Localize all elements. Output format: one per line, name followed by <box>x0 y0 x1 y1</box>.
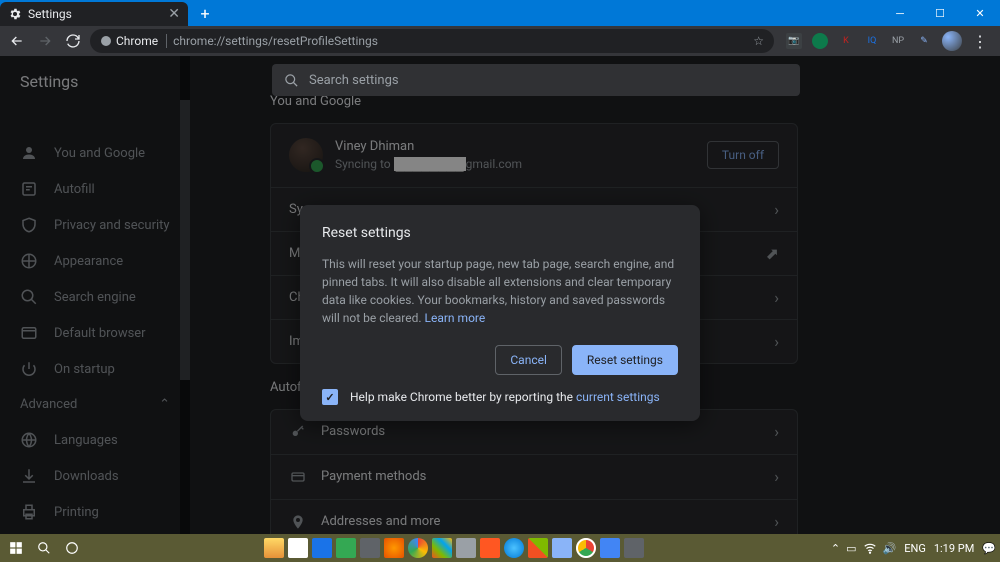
search-settings-input[interactable]: Search settings <box>272 64 800 96</box>
language-indicator[interactable]: ENG <box>904 542 926 555</box>
volume-icon[interactable]: 🔊 <box>883 542 897 555</box>
taskbar-app[interactable] <box>312 538 332 558</box>
tab-title: Settings <box>28 7 72 21</box>
taskbar-app[interactable] <box>552 538 572 558</box>
browser-tab[interactable]: Settings ✕ <box>0 2 188 26</box>
settings-header: Search settings <box>0 56 1000 104</box>
extension-icon[interactable]: IQ <box>864 33 880 49</box>
taskbar-app[interactable] <box>624 538 644 558</box>
url-origin: Chrome <box>100 34 167 48</box>
search-placeholder: Search settings <box>309 73 399 88</box>
taskbar-app[interactable] <box>432 538 452 558</box>
system-tray: ⌃ ▭ 🔊 ENG 1:19 PM 💬 <box>831 541 996 555</box>
taskbar-app-chrome[interactable] <box>576 538 596 558</box>
reload-button[interactable] <box>62 30 84 52</box>
taskbar-app[interactable] <box>384 538 404 558</box>
gear-icon <box>8 7 22 21</box>
back-button[interactable] <box>6 30 28 52</box>
notifications-icon[interactable]: 💬 <box>982 542 996 555</box>
dialog-body: This will reset your startup page, new t… <box>322 255 678 327</box>
wifi-icon[interactable] <box>863 541 877 555</box>
url-bar: Chrome chrome://settings/resetProfileSet… <box>0 26 1000 56</box>
bookmark-star-icon[interactable]: ☆ <box>753 34 764 48</box>
close-window-button[interactable]: ✕ <box>960 0 1000 26</box>
address-field[interactable]: Chrome chrome://settings/resetProfileSet… <box>90 29 774 53</box>
extension-icon[interactable]: K <box>838 33 854 49</box>
taskbar-app[interactable] <box>408 538 428 558</box>
minimize-button[interactable]: ─ <box>880 0 920 26</box>
chrome-menu-button[interactable]: ⋮ <box>972 32 988 51</box>
taskbar-app[interactable] <box>360 538 380 558</box>
cortana-button[interactable] <box>60 536 84 560</box>
extension-icon[interactable]: ✎ <box>916 33 932 49</box>
search-button[interactable] <box>32 536 56 560</box>
dialog-title: Reset settings <box>322 225 678 241</box>
taskbar-app[interactable] <box>528 538 548 558</box>
current-settings-link[interactable]: current settings <box>576 390 660 404</box>
report-checkbox[interactable]: ✓ <box>322 389 338 405</box>
url-text: chrome://settings/resetProfileSettings <box>173 34 378 48</box>
taskbar-app[interactable] <box>480 538 500 558</box>
close-tab-icon[interactable]: ✕ <box>168 6 180 22</box>
learn-more-link[interactable]: Learn more <box>425 311 486 325</box>
window-controls: ─ ☐ ✕ <box>880 0 1000 26</box>
battery-icon[interactable]: ▭ <box>846 542 856 555</box>
taskbar-app[interactable] <box>264 538 284 558</box>
forward-button[interactable] <box>34 30 56 52</box>
profile-avatar[interactable] <box>942 31 962 51</box>
clock[interactable]: 1:19 PM <box>934 542 974 555</box>
extension-icon[interactable] <box>812 33 828 49</box>
extension-icon[interactable]: 📷 <box>786 33 802 49</box>
dialog-footer: ✓ Help make Chrome better by reporting t… <box>322 389 678 405</box>
tray-chevron-icon[interactable]: ⌃ <box>831 542 840 555</box>
taskbar-app[interactable] <box>336 538 356 558</box>
taskbar-app[interactable] <box>600 538 620 558</box>
reset-settings-button[interactable]: Reset settings <box>572 345 678 375</box>
windows-taskbar: ⌃ ▭ 🔊 ENG 1:19 PM 💬 <box>0 534 1000 562</box>
maximize-button[interactable]: ☐ <box>920 0 960 26</box>
taskbar-app[interactable] <box>288 538 308 558</box>
window-titlebar: Settings ✕ + ─ ☐ ✕ <box>0 0 1000 26</box>
taskbar-apps <box>264 538 644 558</box>
cancel-button[interactable]: Cancel <box>495 345 562 375</box>
taskbar-app[interactable] <box>456 538 476 558</box>
extension-icon[interactable]: NP <box>890 33 906 49</box>
reset-settings-dialog: Reset settings This will reset your star… <box>300 205 700 421</box>
new-tab-button[interactable]: + <box>192 0 218 26</box>
taskbar-app[interactable] <box>504 538 524 558</box>
extension-icons: 📷 K IQ NP ✎ ⋮ <box>780 31 994 51</box>
start-button[interactable] <box>4 536 28 560</box>
